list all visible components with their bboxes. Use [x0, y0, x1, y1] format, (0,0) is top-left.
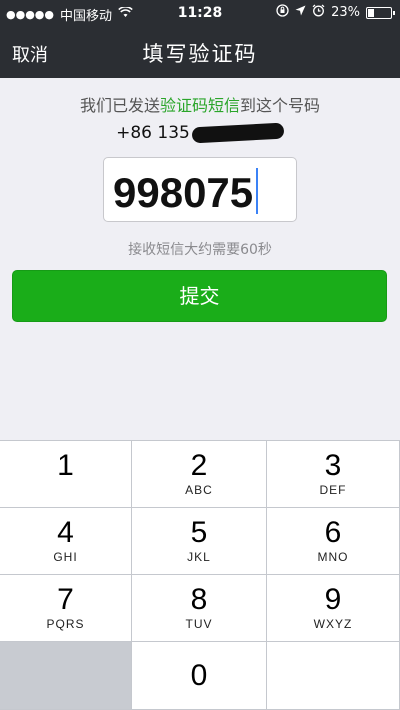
text-caret — [256, 168, 258, 214]
verification-code-input[interactable]: 998075 — [103, 157, 297, 222]
key-number: 7 — [57, 583, 74, 616]
key-letters: WXYZ — [313, 617, 353, 631]
key-6[interactable]: 6 MNO — [267, 508, 400, 575]
key-number: 3 — [324, 449, 342, 482]
key-letters: MNO — [317, 550, 349, 564]
key-letters: JKL — [187, 550, 211, 564]
key-9[interactable]: 9 WXYZ — [267, 575, 400, 642]
key-2[interactable]: 2 ABC — [132, 441, 267, 508]
key-number: 5 — [190, 516, 208, 549]
page-title: 填写验证码 — [142, 42, 258, 66]
key-number: 0 — [190, 659, 208, 692]
sent-prefix: 我们已发送 — [79, 96, 160, 115]
key-blank — [0, 642, 132, 710]
phone-visible: +86 135 — [116, 123, 190, 143]
key-number: 4 — [57, 516, 74, 549]
key-letters: DEF — [319, 483, 347, 497]
battery-level — [368, 8, 374, 17]
sent-message: 我们已发送验证码短信到这个号码 — [0, 92, 400, 116]
key-0[interactable]: 0 — [132, 642, 267, 710]
status-bar: ●●●●● 中国移动 11:28 23% — [0, 0, 400, 26]
sms-wait-hint: 接收短信大约需要60秒 — [128, 242, 272, 258]
status-right: 23% — [276, 4, 395, 21]
key-delete[interactable] — [267, 642, 400, 710]
key-3[interactable]: 3 DEF — [267, 441, 400, 508]
rotation-lock-icon — [276, 4, 289, 21]
key-number: 8 — [190, 583, 208, 616]
key-letters: PQRS — [46, 617, 85, 631]
submit-button[interactable]: 提交 — [12, 270, 387, 322]
sent-highlight: 验证码短信 — [159, 96, 240, 115]
key-5[interactable]: 5 JKL — [132, 508, 267, 575]
key-number: 9 — [324, 583, 342, 616]
redaction-scribble — [191, 122, 285, 144]
key-7[interactable]: 7 PQRS — [0, 575, 132, 642]
key-letters: GHI — [53, 550, 78, 564]
alarm-clock-icon — [312, 4, 325, 21]
key-number: 1 — [57, 449, 74, 482]
phone-number: +86 135 — [0, 122, 400, 144]
key-number: 6 — [324, 516, 342, 549]
code-value: 998075 — [113, 169, 254, 216]
battery-percent: 23% — [331, 5, 360, 20]
key-1[interactable]: 1 — [0, 441, 132, 508]
sent-suffix: 到这个号码 — [240, 96, 321, 115]
key-4[interactable]: 4 GHI — [0, 508, 132, 575]
nav-bar: 取消 填写验证码 — [0, 26, 400, 78]
location-arrow-icon — [295, 5, 306, 20]
battery-icon — [366, 6, 395, 19]
key-letters: TUV — [185, 617, 213, 631]
numeric-keypad: 1 2 ABC 3 DEF 4 GHI 5 JKL 6 MNO 7 PQRS 8… — [0, 440, 400, 710]
key-letters: ABC — [185, 483, 213, 497]
key-8[interactable]: 8 TUV — [132, 575, 267, 642]
key-number: 2 — [190, 449, 208, 482]
